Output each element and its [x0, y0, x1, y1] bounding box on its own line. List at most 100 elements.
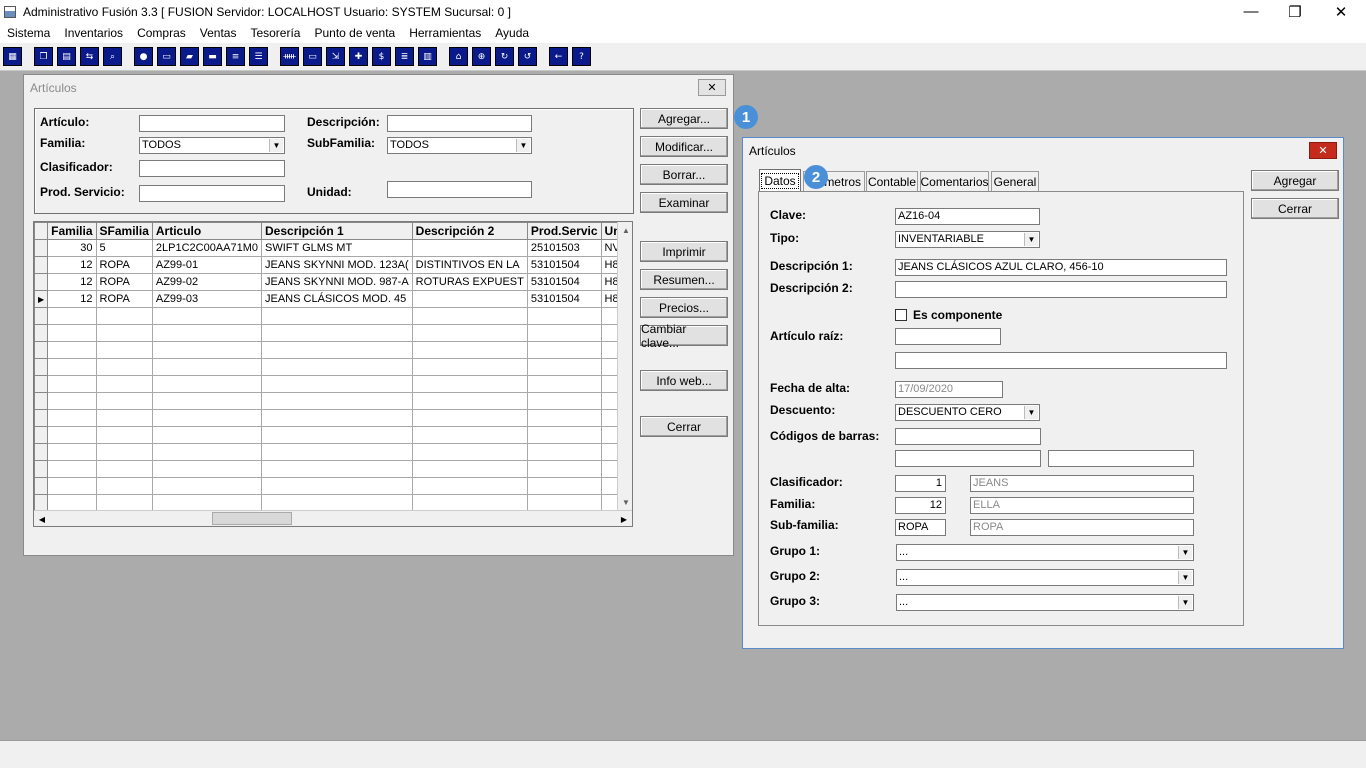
- resumen-button[interactable]: Resumen...: [640, 269, 728, 290]
- filter-articulo-input[interactable]: [139, 115, 285, 132]
- menu-punto-de-venta[interactable]: Punto de venta: [307, 26, 402, 40]
- descripcion-1-input[interactable]: JEANS CLÁSICOS AZUL CLARO, 456-10: [895, 259, 1227, 276]
- filter-unidad-input[interactable]: [387, 181, 532, 198]
- back-icon[interactable]: ←: [549, 47, 568, 66]
- report-icon[interactable]: ≣: [395, 47, 414, 66]
- fecha-alta-input[interactable]: 17/09/2020: [895, 381, 1003, 398]
- table-row-empty[interactable]: [34, 392, 632, 410]
- user-icon[interactable]: ●: [134, 47, 153, 66]
- help-icon[interactable]: ?: [572, 47, 591, 66]
- restore-button[interactable]: ❐: [1272, 0, 1318, 23]
- zoom-icon[interactable]: ⊕: [472, 47, 491, 66]
- box-icon[interactable]: ▭: [157, 47, 176, 66]
- table-row-empty[interactable]: [34, 375, 632, 393]
- precios-button[interactable]: Precios...: [640, 297, 728, 318]
- table-row[interactable]: ▶ 12 ROPA AZ99-03 JEANS CLÁSICOS MOD. 45…: [34, 290, 632, 308]
- close-app-button[interactable]: ✕: [1318, 0, 1364, 23]
- filter-familia-select[interactable]: TODOS ▼: [139, 137, 285, 154]
- borrar-button[interactable]: Borrar...: [640, 164, 728, 185]
- imprimir-button[interactable]: Imprimir: [640, 241, 728, 262]
- ledger-icon[interactable]: ▥: [418, 47, 437, 66]
- grid-horizontal-scrollbar[interactable]: ◀ ▶: [34, 510, 632, 526]
- scroll-thumb[interactable]: [212, 512, 292, 525]
- codigo-barras-input-1[interactable]: [895, 428, 1041, 445]
- header-prod-servicio[interactable]: Prod.Servic: [526, 222, 602, 240]
- es-componente-checkbox[interactable]: [895, 309, 907, 321]
- chevron-down-icon[interactable]: ▼: [1024, 406, 1038, 419]
- swap-icon[interactable]: ⇆: [80, 47, 99, 66]
- form-cerrar-button[interactable]: Cerrar: [1251, 198, 1339, 219]
- chevron-down-icon[interactable]: ▼: [1178, 546, 1192, 559]
- agregar-button[interactable]: Agregar...: [640, 108, 728, 129]
- home-icon[interactable]: ⌂: [449, 47, 468, 66]
- info-web-button[interactable]: Info web...: [640, 370, 728, 391]
- tab-comentarios[interactable]: Comentarios: [920, 171, 989, 192]
- form-agregar-button[interactable]: Agregar: [1251, 170, 1339, 191]
- table-row-empty[interactable]: [34, 324, 632, 342]
- table-row[interactable]: 30 5 2LP1C2C00AA71M0 SWIFT GLMS MT 25101…: [34, 239, 632, 257]
- codigo-barras-input-2[interactable]: [895, 450, 1041, 467]
- copy-icon[interactable]: ❐: [34, 47, 53, 66]
- articulo-form-close-icon[interactable]: ✕: [1309, 142, 1337, 159]
- menu-ventas[interactable]: Ventas: [193, 26, 244, 40]
- table-row[interactable]: 12 ROPA AZ99-01 JEANS SKYNNI MOD. 123A( …: [34, 256, 632, 274]
- people-icon[interactable]: ᚔ: [280, 47, 299, 66]
- scroll-down-icon[interactable]: ▼: [618, 494, 632, 510]
- menu-sistema[interactable]: Sistema: [0, 26, 57, 40]
- chevron-down-icon[interactable]: ▼: [516, 139, 530, 152]
- table-row-empty[interactable]: [34, 426, 632, 444]
- list-icon[interactable]: ☰: [249, 47, 268, 66]
- doc-icon[interactable]: ≡: [226, 47, 245, 66]
- examinar-button[interactable]: Examinar: [640, 192, 728, 213]
- tipo-select[interactable]: INVENTARIABLE ▼: [895, 231, 1040, 248]
- subfamilia-code-input[interactable]: ROPA: [895, 519, 946, 536]
- clasificador-code-input[interactable]: 1: [895, 475, 946, 492]
- articulos-list-close-icon[interactable]: ✕: [698, 79, 726, 96]
- grupo-3-select[interactable]: ... ▼: [896, 594, 1194, 611]
- header-sfamilia[interactable]: SFamilia: [95, 222, 153, 240]
- filter-descripcion-input[interactable]: [387, 115, 532, 132]
- table-row-empty[interactable]: [34, 460, 632, 478]
- table-row-empty[interactable]: [34, 341, 632, 359]
- header-familia[interactable]: Familia: [47, 222, 97, 240]
- add-icon[interactable]: ✚: [349, 47, 368, 66]
- table-row-empty[interactable]: [34, 358, 632, 376]
- menu-herramientas[interactable]: Herramientas: [402, 26, 488, 40]
- table-row-empty[interactable]: [34, 307, 632, 325]
- cerrar-button[interactable]: Cerrar: [640, 416, 728, 437]
- descripcion-2-input[interactable]: [895, 281, 1227, 298]
- articulo-raiz-description[interactable]: [895, 352, 1227, 369]
- chevron-down-icon[interactable]: ▼: [1024, 233, 1038, 246]
- filter-prod-servicio-input[interactable]: [139, 185, 285, 202]
- dollar-icon[interactable]: $: [372, 47, 391, 66]
- header-descripcion-1[interactable]: Descripción 1: [261, 222, 413, 240]
- menu-inventarios[interactable]: Inventarios: [57, 26, 130, 40]
- chevron-down-icon[interactable]: ▼: [1178, 571, 1192, 584]
- cambiar-clave-button[interactable]: Cambiar clave...: [640, 322, 728, 350]
- minimize-button[interactable]: —: [1228, 0, 1274, 23]
- grid-vertical-scrollbar[interactable]: ▲ ▼: [617, 222, 632, 510]
- undo-icon[interactable]: ↺: [518, 47, 537, 66]
- grupo-2-select[interactable]: ... ▼: [896, 569, 1194, 586]
- table-row-empty[interactable]: [34, 477, 632, 495]
- menu-tesoreria[interactable]: Tesorería: [243, 26, 307, 40]
- clipboard-icon[interactable]: ▤: [57, 47, 76, 66]
- articulos-grid[interactable]: Familia SFamilia Articulo Descripción 1 …: [33, 221, 633, 527]
- filter-clasificador-input[interactable]: [139, 160, 285, 177]
- header-descripcion-2[interactable]: Descripción 2: [411, 222, 528, 240]
- filter-subfamilia-select[interactable]: TODOS ▼: [387, 137, 532, 154]
- grupo-1-select[interactable]: ... ▼: [896, 544, 1194, 561]
- chevron-down-icon[interactable]: ▼: [1178, 596, 1192, 609]
- export-icon[interactable]: ⇲: [326, 47, 345, 66]
- chevron-down-icon[interactable]: ▼: [269, 139, 283, 152]
- table-row-empty[interactable]: [34, 443, 632, 461]
- find-icon[interactable]: ⌕: [103, 47, 122, 66]
- codigo-barras-input-3[interactable]: [1048, 450, 1194, 467]
- articulo-raiz-input[interactable]: [895, 328, 1001, 345]
- scroll-up-icon[interactable]: ▲: [618, 222, 632, 238]
- table-row[interactable]: 12 ROPA AZ99-02 JEANS SKYNNI MOD. 987-A …: [34, 273, 632, 291]
- menu-ayuda[interactable]: Ayuda: [488, 26, 536, 40]
- modificar-button[interactable]: Modificar...: [640, 136, 728, 157]
- scroll-left-icon[interactable]: ◀: [34, 511, 50, 526]
- scroll-right-icon[interactable]: ▶: [616, 511, 632, 526]
